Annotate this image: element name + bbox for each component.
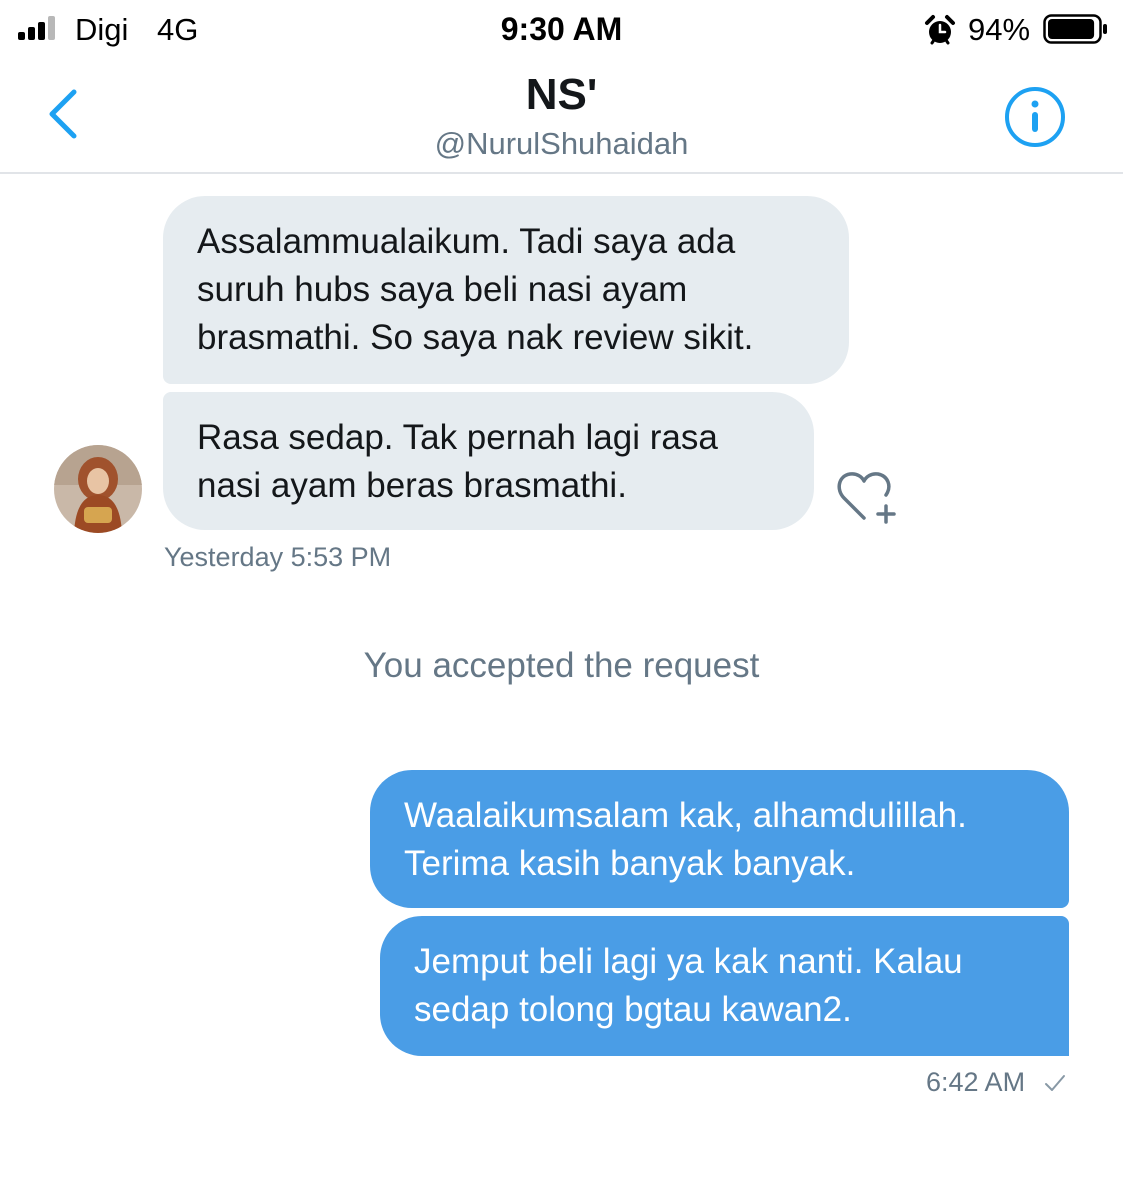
add-reaction-heart-icon[interactable] bbox=[834, 466, 906, 530]
request-accepted-note: You accepted the request bbox=[363, 646, 760, 685]
battery-percentage: 94% bbox=[968, 12, 1031, 47]
conversation-header: NS' @NurulShuhaidah bbox=[0, 60, 1123, 174]
received-message[interactable]: Rasa sedap. Tak pernah lagi rasa nasi ay… bbox=[163, 392, 814, 530]
info-icon[interactable] bbox=[1004, 86, 1066, 148]
sender-avatar[interactable] bbox=[54, 445, 142, 533]
sent-message[interactable]: Waalaikumsalam kak, alhamdulillah. Terim… bbox=[370, 770, 1069, 908]
received-message[interactable]: Assalammualaikum. Tadi saya ada suruh hu… bbox=[163, 196, 849, 384]
delivered-check-icon bbox=[1045, 1075, 1065, 1091]
message-text: Waalaikumsalam kak, alhamdulillah. Terim… bbox=[404, 796, 967, 883]
alarm-clock-icon bbox=[925, 15, 955, 45]
received-timestamp: Yesterday 5:53 PM bbox=[164, 542, 392, 572]
sent-timestamp: 6:42 AM bbox=[926, 1067, 1026, 1097]
message-text: Assalammualaikum. Tadi saya ada suruh hu… bbox=[197, 222, 754, 357]
sent-message[interactable]: Jemput beli lagi ya kak nanti. Kalau sed… bbox=[380, 916, 1069, 1056]
contact-handle: @NurulShuhaidah bbox=[434, 126, 689, 161]
avatar-photo bbox=[54, 445, 142, 533]
contact-name: NS' bbox=[525, 70, 598, 119]
battery-icon bbox=[1043, 14, 1107, 44]
message-text: Rasa sedap. Tak pernah lagi rasa nasi ay… bbox=[197, 418, 718, 505]
status-bar: Digi 4G 9:30 AM 94% bbox=[0, 0, 1123, 60]
message-text: Jemput beli lagi ya kak nanti. Kalau sed… bbox=[414, 942, 963, 1029]
